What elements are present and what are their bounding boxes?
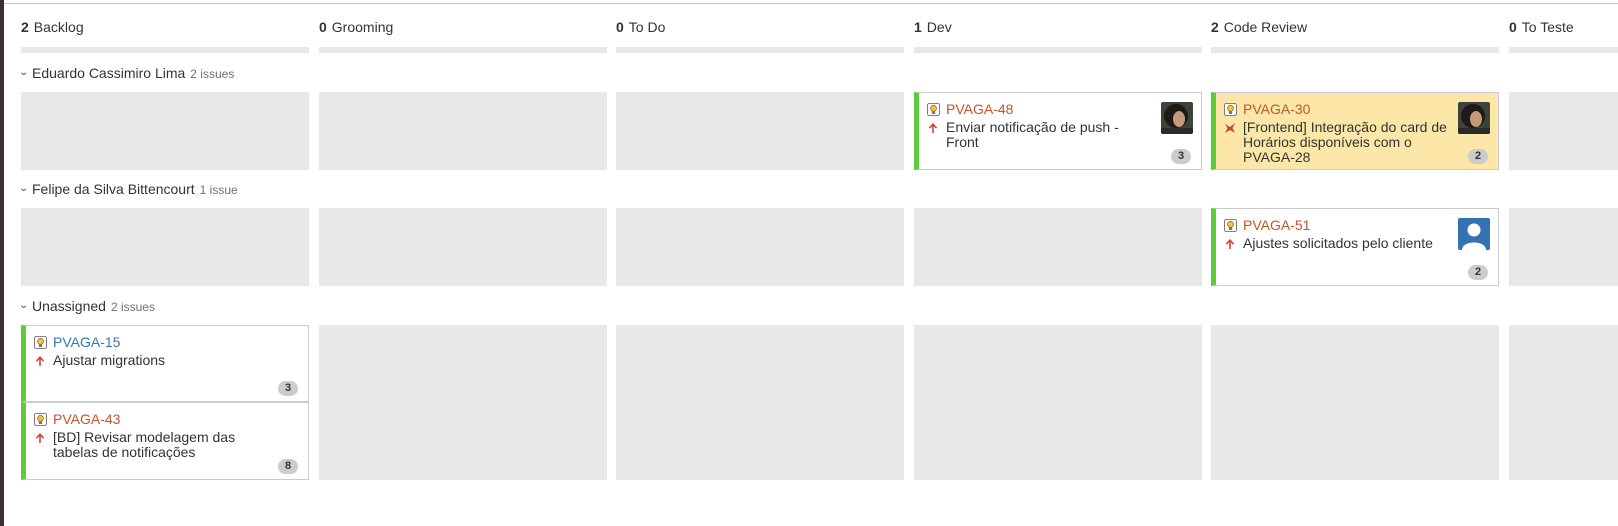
column-header-dev[interactable]: 1 Dev: [914, 16, 1202, 38]
column-issue-count: 2: [1211, 19, 1219, 35]
swimlane-cell: [616, 208, 904, 286]
column-header-code-review[interactable]: 2 Code Review: [1211, 16, 1499, 38]
high-priority-icon: [35, 356, 45, 366]
issue-summary: Enviar notificação de push - Front: [946, 119, 1119, 150]
issue-card[interactable]: PVAGA-43 [BD] Revisar modelagem das tabe…: [21, 402, 309, 480]
column-header-bar: [616, 47, 904, 53]
swimlane-cell: [1509, 325, 1618, 480]
swimlane-header-felipe[interactable]: ⌄ Felipe da Silva Bittencourt 1 issue: [18, 179, 238, 199]
swimlane-title: Unassigned: [32, 298, 106, 314]
improvement-type-icon: [1224, 103, 1237, 116]
improvement-type-icon: [1224, 219, 1237, 232]
high-priority-icon: [35, 433, 45, 443]
issue-key-link[interactable]: PVAGA-51: [1243, 217, 1310, 233]
improvement-type-icon: [34, 336, 47, 349]
story-points-badge: 8: [278, 459, 298, 474]
column-title: Dev: [926, 19, 952, 35]
swimlane-issue-count: 1 issue: [199, 183, 238, 197]
default-user-avatar[interactable]: [1458, 218, 1490, 250]
issue-card[interactable]: PVAGA-51 Ajustes solicitados pelo client…: [1211, 208, 1499, 286]
chevron-down-icon[interactable]: ⌄: [18, 179, 34, 199]
board-top-divider: [4, 3, 1618, 4]
issue-card[interactable]: PVAGA-48 Enviar notificação de push - Fr…: [914, 92, 1202, 170]
swimlane-cell: [319, 92, 607, 170]
issue-summary: Ajustes solicitados pelo cliente: [1243, 235, 1433, 251]
issue-key-link[interactable]: PVAGA-43: [53, 411, 120, 427]
swimlane-cell: [1509, 208, 1618, 286]
column-header-to-do[interactable]: 0 To Do: [616, 16, 904, 38]
column-header-backlog[interactable]: 2 Backlog: [21, 16, 309, 38]
high-priority-icon: [928, 123, 938, 133]
improvement-type-icon: [34, 413, 47, 426]
story-points-badge: 2: [1468, 149, 1488, 164]
column-header-bar: [914, 47, 1202, 53]
swimlane-cell: [319, 208, 607, 286]
issue-summary: [BD] Revisar modelagem das tabelas de no…: [53, 429, 236, 460]
swimlane-header-unassigned[interactable]: ⌄ Unassigned 2 issues: [18, 296, 155, 316]
story-points-badge: 2: [1468, 265, 1488, 280]
column-issue-count: 2: [21, 19, 29, 35]
issue-key-link[interactable]: PVAGA-48: [946, 101, 1013, 117]
swimlane-issue-count: 2 issues: [110, 300, 155, 314]
issue-summary: Ajustar migrations: [53, 352, 166, 368]
issue-key-link[interactable]: PVAGA-15: [53, 334, 120, 350]
column-issue-count: 1: [914, 19, 922, 35]
swimlane-cell: [1211, 325, 1499, 480]
swimlane-cell: [616, 92, 904, 170]
window-left-edge: [0, 0, 4, 526]
swimlane-cell: [319, 325, 607, 480]
swimlane-title: Felipe da Silva Bittencourt: [32, 181, 195, 197]
user-photo-avatar[interactable]: [1161, 102, 1193, 134]
user-photo-avatar[interactable]: [1458, 102, 1490, 134]
issue-key-link[interactable]: PVAGA-30: [1243, 101, 1310, 117]
swimlane-cell: [616, 325, 904, 480]
issue-card-flagged[interactable]: PVAGA-30 [Frontend] Integração do card d…: [1211, 92, 1499, 170]
column-title: To Teste: [1521, 19, 1574, 35]
issue-card[interactable]: PVAGA-15 Ajustar migrations 3: [21, 325, 309, 402]
column-header-grooming[interactable]: 0 Grooming: [319, 16, 607, 38]
chevron-down-icon[interactable]: ⌄: [18, 63, 34, 83]
improvement-type-icon: [927, 103, 940, 116]
swimlane-title: Eduardo Cassimiro Lima: [32, 65, 186, 81]
swimlane-header-eduardo[interactable]: ⌄ Eduardo Cassimiro Lima 2 issues: [18, 63, 235, 83]
column-header-bar: [1509, 47, 1618, 53]
column-header-bar: [21, 47, 309, 53]
column-title: Backlog: [33, 19, 84, 35]
issue-summary: [Frontend] Integração do card de Horário…: [1243, 119, 1447, 165]
column-issue-count: 0: [616, 19, 624, 35]
column-issue-count: 0: [319, 19, 327, 35]
high-priority-icon: [1225, 239, 1235, 249]
column-header-to-teste[interactable]: 0 To Teste: [1509, 16, 1618, 38]
chevron-down-icon[interactable]: ⌄: [18, 296, 34, 316]
column-issue-count: 0: [1509, 19, 1517, 35]
flag-icon: [1225, 123, 1235, 133]
swimlane-cell: [914, 208, 1202, 286]
column-title: To Do: [628, 19, 666, 35]
story-points-badge: 3: [278, 381, 298, 396]
swimlane-cell: [21, 92, 309, 170]
swimlane-cell: [914, 325, 1202, 480]
swimlane-cell: [21, 208, 309, 286]
column-header-bar: [319, 47, 607, 53]
column-title: Grooming: [331, 19, 394, 35]
swimlane-cell: [1509, 92, 1618, 170]
story-points-badge: 3: [1171, 149, 1191, 164]
column-header-bar: [1211, 47, 1499, 53]
swimlane-issue-count: 2 issues: [190, 67, 235, 81]
column-title: Code Review: [1223, 19, 1308, 35]
